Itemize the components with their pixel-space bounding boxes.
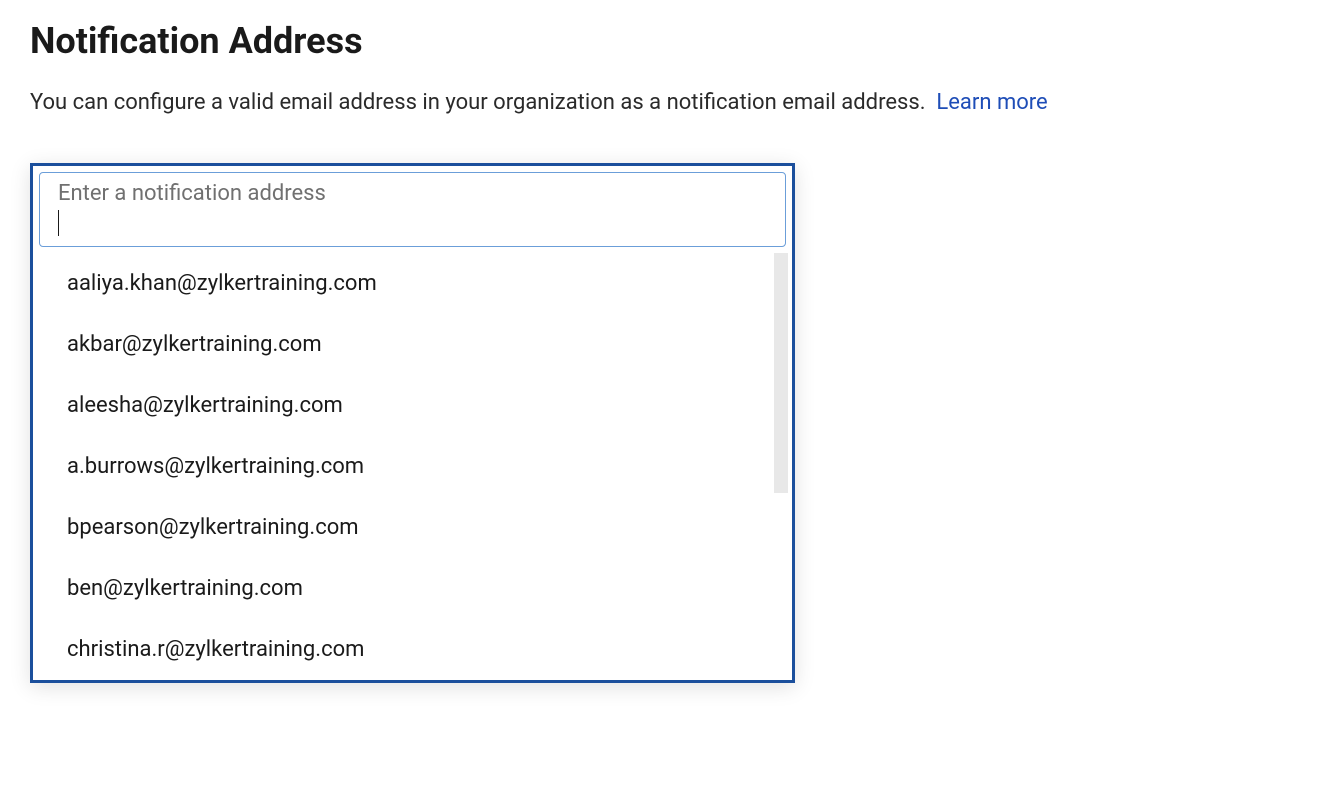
suggestion-item[interactable]: aaliya.khan@zylkertraining.com [37, 253, 788, 314]
scrollbar[interactable] [774, 253, 788, 493]
notification-address-input-label: Enter a notification address [58, 181, 767, 206]
suggestion-item[interactable]: aleesha@zylkertraining.com [37, 375, 788, 436]
suggestion-item[interactable]: bpearson@zylkertraining.com [37, 497, 788, 558]
suggestions-list: aaliya.khan@zylkertraining.com akbar@zyl… [37, 253, 788, 680]
page-description-text: You can configure a valid email address … [30, 90, 926, 115]
suggestion-item[interactable]: christina.r@zylkertraining.com [37, 619, 788, 680]
page-title: Notification Address [30, 20, 1308, 62]
suggestion-item[interactable]: akbar@zylkertraining.com [37, 314, 788, 375]
notification-address-input-wrapper[interactable]: Enter a notification address [39, 172, 786, 247]
page-description: You can configure a valid email address … [30, 86, 1308, 119]
text-cursor [58, 210, 59, 236]
suggestion-item[interactable]: a.burrows@zylkertraining.com [37, 436, 788, 497]
suggestion-item[interactable]: ben@zylkertraining.com [37, 558, 788, 619]
learn-more-link[interactable]: Learn more [936, 90, 1047, 115]
notification-address-dropdown: Enter a notification address aaliya.khan… [30, 163, 795, 683]
